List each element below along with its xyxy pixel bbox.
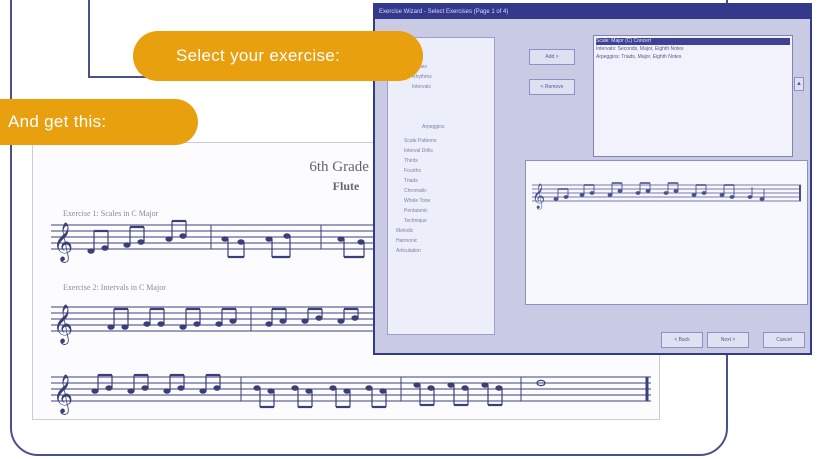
tree-item[interactable]: Scale Patterns — [404, 138, 437, 144]
exercise-2-label: Exercise 2: Intervals in C Major — [63, 283, 166, 292]
exercise-wizard-dialog: Exercise Wizard - Select Exercises (Page… — [373, 3, 812, 355]
list-item[interactable]: Scale: Major (C) Concert — [596, 38, 790, 45]
selected-exercises-list[interactable]: Scale: Major (C) Concert Intervals: Seco… — [593, 35, 793, 157]
get-this-callout: And get this: — [0, 99, 198, 145]
list-item[interactable]: Arpeggios: Triads, Major, Eighth Notes — [596, 54, 790, 61]
staff-3: 𝄞 — [51, 373, 651, 415]
connector-line-top — [88, 76, 148, 78]
staff-1: 𝄞 — [51, 219, 391, 263]
add-button[interactable]: Add > — [529, 49, 575, 65]
tree-item[interactable]: Melodic — [396, 228, 413, 234]
svg-text:𝄞: 𝄞 — [532, 183, 545, 209]
back-button[interactable]: < Back — [661, 332, 703, 348]
tree-item[interactable]: Technique — [404, 218, 427, 224]
tree-item[interactable]: Intervals — [412, 84, 431, 90]
tree-item[interactable]: Interval Drills — [404, 148, 433, 154]
cancel-button[interactable]: Cancel — [763, 332, 805, 348]
tree-item[interactable]: Triads — [404, 178, 418, 184]
next-button[interactable]: Next > — [707, 332, 749, 348]
tree-item[interactable]: Rhythms — [412, 74, 432, 80]
exercise-tree[interactable]: Scales Rhythms Intervals Arpeggios Scale… — [387, 37, 495, 335]
tree-item[interactable]: Fourths — [404, 168, 421, 174]
notation-preview: 𝄞 — [525, 160, 808, 305]
move-up-icon[interactable]: ▲ — [794, 77, 804, 91]
connector-line — [88, 0, 90, 78]
dialog-title: Exercise Wizard - Select Exercises (Page… — [375, 5, 810, 19]
select-exercise-callout: Select your exercise: — [133, 31, 423, 81]
tree-item[interactable]: Articulation — [396, 248, 421, 254]
svg-text:𝄞: 𝄞 — [53, 222, 73, 263]
staff-2: 𝄞 — [51, 304, 391, 345]
tree-item[interactable]: Chromatic — [404, 188, 427, 194]
preview-staff: 𝄞 — [532, 182, 801, 209]
remove-button[interactable]: < Remove — [529, 79, 575, 95]
tree-item[interactable]: Whole Tone — [404, 198, 430, 204]
list-item[interactable]: Intervals: Seconds, Major, Eighth Notes — [596, 46, 790, 53]
svg-text:𝄞: 𝄞 — [53, 374, 73, 415]
tree-item[interactable]: Arpeggios — [422, 124, 445, 130]
tree-item[interactable]: Thirds — [404, 158, 418, 164]
tree-item[interactable]: Harmonic — [396, 238, 417, 244]
tree-item[interactable]: Pentatonic — [404, 208, 428, 214]
svg-text:𝄞: 𝄞 — [53, 304, 73, 345]
